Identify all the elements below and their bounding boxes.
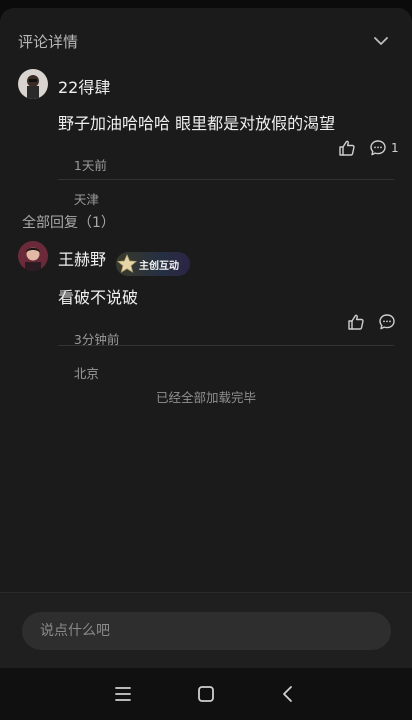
menu-icon — [115, 687, 131, 701]
thumbs-up-icon — [348, 314, 364, 330]
comment-text: 野子加油哈哈哈 眼里都是对放假的渴望 — [58, 114, 336, 133]
more-dots-icon — [379, 314, 395, 330]
comment-time: 1天前 — [73, 158, 107, 173]
star-icon — [116, 253, 138, 273]
chevron-down-icon — [374, 37, 388, 45]
reply-text: 看破不说破 — [58, 288, 139, 307]
home-button[interactable] — [194, 682, 218, 706]
comment-detail-panel: 评论详情 22得肆 野子加油哈哈哈 眼里都是对放假的渴望 1天前 天津 1 全部… — [0, 8, 412, 592]
end-of-list-text: 已经全部加载完毕 — [155, 390, 256, 405]
comment-location: 天津 — [73, 192, 99, 207]
comment-icon — [370, 140, 386, 156]
panel-title: 评论详情 — [18, 33, 79, 51]
all-replies-title: 全部回复（1） — [22, 215, 115, 231]
comment-input-bar — [0, 592, 412, 669]
recent-apps-button[interactable] — [111, 682, 135, 706]
comment-reply-button[interactable]: 1 — [369, 138, 399, 158]
reply-like-button[interactable] — [347, 312, 365, 332]
back-button[interactable] — [276, 682, 300, 706]
reply-count: 1 — [391, 141, 399, 155]
commenter-avatar[interactable] — [18, 69, 48, 99]
system-navigation-bar — [0, 668, 412, 720]
comment-meta: 1天前 天津 — [58, 140, 107, 223]
replier-username[interactable]: 王赫野 — [58, 246, 106, 270]
home-square-icon — [198, 686, 214, 702]
creator-badge: 主创互动 — [116, 252, 190, 276]
comment-divider — [58, 179, 394, 180]
comment-input[interactable] — [22, 612, 391, 650]
commenter-username[interactable]: 22得肆 — [58, 74, 110, 98]
collapse-button[interactable] — [372, 32, 390, 50]
reply-meta: 3分钟前 北京 — [58, 314, 119, 397]
reply-more-button[interactable] — [378, 312, 396, 332]
replier-avatar[interactable] — [18, 241, 48, 271]
comment-like-button[interactable] — [338, 138, 356, 158]
back-chevron-icon — [283, 686, 292, 702]
thumbs-up-icon — [339, 140, 355, 156]
reply-divider — [58, 345, 394, 346]
badge-label: 主创互动 — [139, 260, 179, 272]
reply-location: 北京 — [73, 366, 99, 381]
